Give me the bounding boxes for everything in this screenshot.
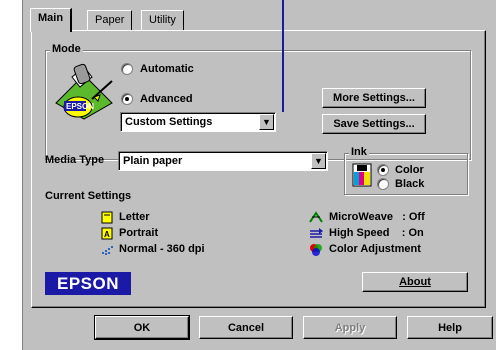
printer-properties-dialog: Main Paper Utility Mode EPSON Automatic … bbox=[22, 0, 496, 350]
tab-main[interactable]: Main bbox=[30, 8, 73, 32]
media-type-value: Plain paper bbox=[123, 155, 183, 167]
tab-utility[interactable]: Utility bbox=[141, 10, 184, 31]
automatic-radio[interactable] bbox=[121, 63, 133, 75]
about-label: About bbox=[399, 276, 431, 288]
custom-settings-value: Custom Settings bbox=[125, 116, 213, 128]
setting-orientation: Portrait bbox=[119, 227, 159, 239]
ok-button[interactable]: OK bbox=[94, 315, 190, 340]
save-settings-button[interactable]: Save Settings... bbox=[322, 114, 426, 134]
ink-group: Ink Color Black bbox=[344, 146, 468, 195]
color-ink-radio[interactable] bbox=[377, 164, 389, 176]
setting-resolution: Normal - 360 dpi bbox=[119, 243, 205, 255]
help-button[interactable]: Help bbox=[407, 316, 493, 339]
advanced-radio-dot bbox=[125, 97, 129, 101]
color-ink-radio-dot bbox=[381, 168, 385, 172]
advanced-radio[interactable] bbox=[121, 93, 133, 105]
current-settings-title: Current Settings bbox=[45, 190, 132, 202]
cancel-button[interactable]: Cancel bbox=[199, 316, 293, 339]
mode-illustration-icon: EPSON bbox=[54, 63, 114, 121]
microweave-icon bbox=[309, 211, 323, 224]
black-ink-radio[interactable] bbox=[377, 178, 389, 190]
apply-button[interactable]: Apply bbox=[303, 316, 397, 339]
orientation-icon: A bbox=[100, 227, 114, 240]
paper-size-icon bbox=[100, 211, 114, 224]
svg-text:A: A bbox=[104, 230, 110, 239]
epson-logo: EPSON bbox=[45, 272, 131, 295]
main-tab-panel: Mode EPSON Automatic Advanced Custom Set… bbox=[31, 30, 486, 308]
setting-microweave: MicroWeave : Off bbox=[329, 211, 425, 223]
color-adjust-icon bbox=[309, 243, 323, 256]
mode-group-title: Mode bbox=[50, 43, 83, 55]
more-settings-button[interactable]: More Settings... bbox=[322, 88, 426, 108]
color-ink-label[interactable]: Color bbox=[395, 164, 424, 176]
chevron-down-icon[interactable]: ▼ bbox=[259, 114, 274, 130]
resolution-icon bbox=[100, 243, 114, 256]
svg-text:EPSON: EPSON bbox=[66, 102, 94, 111]
mode-group: Mode EPSON Automatic Advanced Custom Set… bbox=[45, 43, 471, 160]
setting-high-speed: High Speed : On bbox=[329, 227, 424, 239]
about-button[interactable]: About bbox=[362, 272, 468, 292]
callout-pointer-line bbox=[282, 0, 284, 112]
automatic-label[interactable]: Automatic bbox=[140, 63, 194, 75]
setting-paper-size: Letter bbox=[119, 211, 150, 223]
ink-group-title: Ink bbox=[349, 146, 369, 158]
advanced-label[interactable]: Advanced bbox=[140, 93, 193, 105]
media-type-label: Media Type bbox=[45, 154, 105, 166]
chevron-down-icon[interactable]: ▼ bbox=[311, 153, 326, 169]
media-type-select[interactable]: Plain paper ▼ bbox=[118, 151, 328, 171]
custom-settings-select[interactable]: Custom Settings ▼ bbox=[120, 112, 276, 132]
high-speed-icon bbox=[309, 227, 323, 240]
tab-paper[interactable]: Paper bbox=[87, 10, 133, 31]
ink-cartridge-icon bbox=[351, 162, 373, 188]
black-ink-label[interactable]: Black bbox=[395, 178, 424, 190]
setting-color-adjustment: Color Adjustment bbox=[329, 243, 421, 255]
